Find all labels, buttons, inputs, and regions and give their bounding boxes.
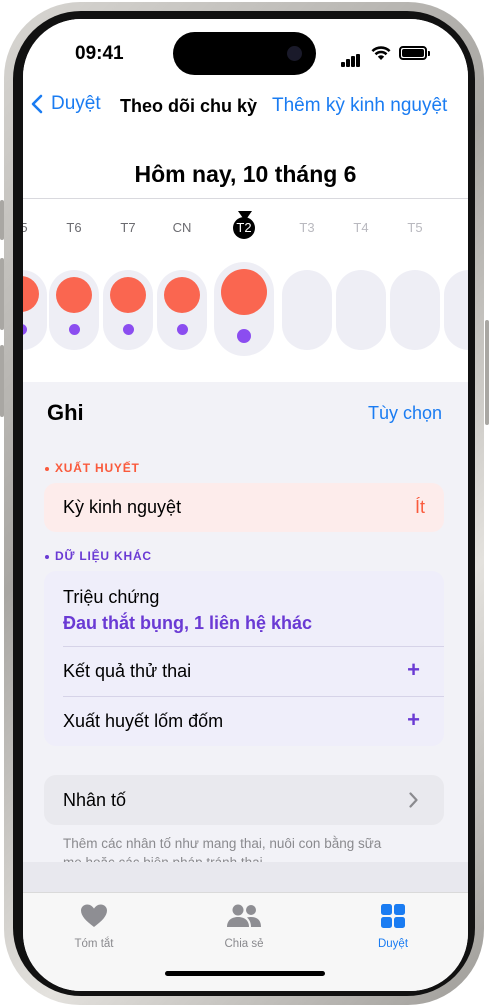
symptom-marker xyxy=(237,329,251,343)
volume-up-button xyxy=(0,258,4,330)
battery-icon xyxy=(399,46,430,60)
tab-browse[interactable]: Duyệt xyxy=(343,903,443,950)
spotting-label: Xuất huyết lốm đốm xyxy=(63,711,224,731)
day-cell[interactable] xyxy=(23,270,47,350)
log-section: Ghi Tùy chọn XUẤT HUYẾT Kỳ kinh nguyệt Í… xyxy=(23,382,468,870)
tab-browse-label: Duyệt xyxy=(377,938,409,950)
day-label-today: T2 xyxy=(236,220,252,235)
add-period-button[interactable]: Thêm kỳ kinh nguyệt xyxy=(272,95,447,117)
date-title: Hôm nay, 10 tháng 6 xyxy=(134,161,357,187)
divider xyxy=(23,198,468,199)
grid-icon xyxy=(381,904,405,928)
status-time: 09:41 xyxy=(75,43,124,64)
bullet-icon xyxy=(45,554,49,559)
volume-down-button xyxy=(0,345,4,417)
dynamic-island xyxy=(173,32,316,75)
plus-icon[interactable]: + xyxy=(407,707,420,733)
page-title: Theo dõi chu kỳ xyxy=(120,96,258,116)
other-data-card: Triệu chứng Đau thắt bụng, 1 liên hệ khá… xyxy=(44,571,444,746)
bullet-icon xyxy=(45,466,49,471)
plus-icon[interactable]: + xyxy=(407,657,420,683)
day-cell[interactable] xyxy=(103,270,153,350)
flow-marker xyxy=(221,269,267,315)
bleeding-section-text: XUẤT HUYẾT xyxy=(55,461,140,475)
nav-bar: Duyệt Theo dõi chu kỳ Thêm kỳ kinh nguyệ… xyxy=(23,79,468,134)
camera-icon xyxy=(287,46,302,61)
period-label: Kỳ kinh nguyệt xyxy=(63,497,182,517)
day-label: T3 xyxy=(299,220,315,235)
day-label: 5 xyxy=(23,220,28,235)
tab-summary-label: Tóm tắt xyxy=(74,938,114,950)
pregnancy-test-row[interactable]: Kết quả thử thai + xyxy=(44,646,444,696)
day-label: T7 xyxy=(120,220,136,235)
symptom-marker xyxy=(123,324,134,335)
log-title: Ghi xyxy=(47,400,84,425)
people-icon xyxy=(227,904,261,927)
day-label: CN xyxy=(172,220,192,235)
pregnancy-test-label: Kết quả thử thai xyxy=(63,661,192,681)
spotting-row[interactable]: Xuất huyết lốm đốm + xyxy=(44,696,444,746)
symptom-marker xyxy=(69,324,80,335)
day-cell[interactable] xyxy=(282,270,332,350)
symptoms-row[interactable]: Triệu chứng Đau thắt bụng, 1 liên hệ khá… xyxy=(44,571,444,646)
day-cell[interactable] xyxy=(390,270,440,350)
day-cell[interactable] xyxy=(336,270,386,350)
factors-label: Nhân tố xyxy=(63,790,127,810)
tab-sharing-label: Chia sẻ xyxy=(224,938,264,950)
flow-marker xyxy=(164,277,200,313)
day-label: T6 xyxy=(66,220,82,235)
symptoms-label: Triệu chứng xyxy=(63,587,160,607)
symptoms-value: Đau thắt bụng, 1 liên hệ khác xyxy=(63,613,313,633)
flow-marker xyxy=(110,277,146,313)
cycle-timeline: Hôm nay, 10 tháng 6 5 T6 T7 CN T2 T3 T4 … xyxy=(23,134,468,384)
factors-row[interactable]: Nhân tố xyxy=(44,775,444,825)
day-cell[interactable] xyxy=(444,270,468,350)
day-cell[interactable] xyxy=(49,270,99,350)
other-data-section-text: DỮ LIỆU KHÁC xyxy=(55,549,152,563)
tab-summary[interactable]: Tóm tắt xyxy=(44,903,144,950)
heart-icon xyxy=(81,904,107,927)
status-bar: 09:41 xyxy=(23,19,468,79)
chevron-right-icon xyxy=(409,792,418,808)
day-label: T5 xyxy=(407,220,423,235)
side-button xyxy=(0,200,4,240)
content-separator xyxy=(23,862,468,892)
screen: 09:41 Duyệt Theo dõi chu kỳ Thêm kỳ kinh… xyxy=(23,19,468,991)
flow-marker xyxy=(23,276,39,312)
symptom-marker xyxy=(177,324,188,335)
period-value: Ít xyxy=(414,497,425,517)
wifi-icon xyxy=(371,46,391,60)
symptom-marker xyxy=(23,324,27,335)
power-button xyxy=(485,320,489,425)
tab-sharing[interactable]: Chia sẻ xyxy=(194,903,294,950)
day-label: T4 xyxy=(353,220,369,235)
home-indicator xyxy=(165,971,325,976)
cellular-signal-icon xyxy=(341,49,361,67)
options-button[interactable]: Tùy chọn xyxy=(368,403,442,424)
day-cell[interactable] xyxy=(157,270,207,350)
tab-bar: Tóm tắt Chia sẻ Duyệt xyxy=(23,892,468,991)
chevron-left-icon xyxy=(31,94,43,114)
back-label: Duyệt xyxy=(51,93,101,114)
flow-marker xyxy=(56,277,92,313)
bleeding-section-label: XUẤT HUYẾT xyxy=(45,461,140,475)
period-row[interactable]: Kỳ kinh nguyệt Ít xyxy=(44,483,444,532)
day-cell-today[interactable] xyxy=(214,262,274,356)
back-button[interactable]: Duyệt xyxy=(31,93,101,115)
other-data-section-label: DỮ LIỆU KHÁC xyxy=(45,549,152,563)
